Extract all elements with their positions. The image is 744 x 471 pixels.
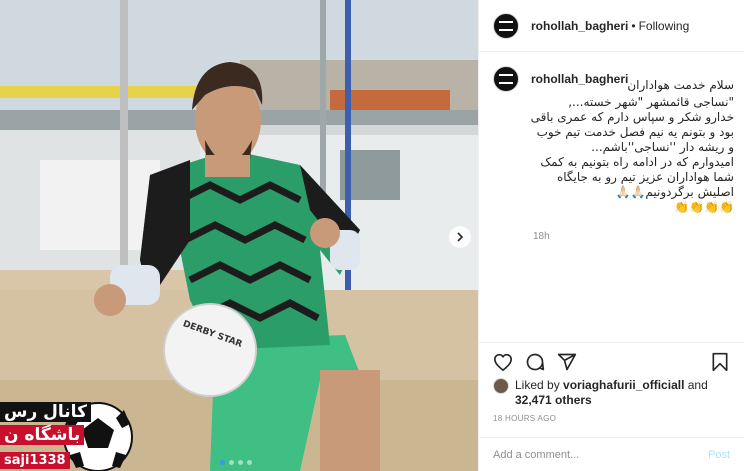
- likes-text: Liked by voriaghafurii_officiall and 32,…: [515, 378, 708, 408]
- caption-line: شما هواداران عزیز تیم رو به جایگاه: [556, 170, 734, 184]
- watermark-line-3: saji1338: [0, 452, 70, 469]
- comment-input[interactable]: [493, 448, 708, 461]
- caption-line: بود و بتونم یه نیم فصل خدمت تیم خوب: [536, 125, 734, 139]
- share-icon[interactable]: [555, 350, 579, 374]
- likes-prefix: Liked by: [515, 378, 560, 392]
- heart-icon[interactable]: [491, 350, 515, 374]
- carousel-dot: [247, 460, 252, 465]
- liker-username[interactable]: voriaghafurii_officiall: [563, 378, 684, 392]
- caption-line: خدارو شکر و سپاس دارم که عمری باقی: [530, 110, 734, 124]
- caption-line: اصلیش برگردونیم🙏🏻🙏🏻: [615, 185, 735, 199]
- watermark-line-1: کانال رس: [0, 402, 91, 422]
- watermark-line-2: باشگاه ن: [0, 425, 85, 445]
- post-side-panel: rohollah_bagheri • Following rohollah_ba…: [478, 0, 744, 471]
- caption-timestamp: 18h: [533, 231, 550, 242]
- caption-line: 👏👏👏👏: [674, 200, 734, 214]
- carousel-next-button[interactable]: [449, 226, 471, 248]
- caption-line: "نساجی قائمشهر "شهر خسته...,: [568, 95, 734, 109]
- caption-line: امیدوارم که در ادامه راه بتونیم به کمک: [540, 155, 734, 169]
- carousel-dot: [220, 460, 225, 465]
- post-actions: [479, 342, 744, 380]
- header-username[interactable]: rohollah_bagheri: [531, 19, 628, 33]
- post-timestamp[interactable]: 18 HOURS AGO: [493, 414, 556, 423]
- carousel-indicator: [220, 460, 252, 465]
- bookmark-icon[interactable]: [708, 350, 732, 374]
- post-header: rohollah_bagheri • Following: [479, 0, 744, 52]
- channel-watermark: کانال رس باشگاه ن saji1338: [0, 400, 135, 471]
- liker-avatar[interactable]: [493, 378, 509, 394]
- caption-line: و ریشه دار ''نساجی''باشم...: [591, 140, 734, 154]
- post-photo[interactable]: DERBY STAR کانال رس باشگاه ن saji1338: [0, 0, 478, 471]
- avatar[interactable]: [493, 12, 519, 39]
- carousel-dot: [229, 460, 234, 465]
- caption-avatar[interactable]: [493, 66, 519, 92]
- caption-username[interactable]: rohollah_bagheri: [531, 72, 628, 86]
- post-comment-button[interactable]: Post: [708, 449, 730, 461]
- caption-text: سلام خدمت هواداران "نساجی قائمشهر "شهر خ…: [493, 78, 734, 215]
- following-button[interactable]: Following: [639, 19, 690, 33]
- likes-conjunction: and: [687, 378, 708, 392]
- chevron-right-icon: [457, 232, 464, 242]
- carousel-dot: [238, 460, 243, 465]
- caption-area: rohollah_bagheri سلام خدمت هواداران "نسا…: [493, 66, 734, 342]
- comment-icon[interactable]: [523, 350, 547, 374]
- header-separator: •: [631, 18, 636, 33]
- likes-summary: Liked by voriaghafurii_officiall and 32,…: [493, 378, 734, 408]
- comment-bar: Post: [479, 437, 744, 471]
- likes-count[interactable]: 32,471 others: [515, 393, 592, 407]
